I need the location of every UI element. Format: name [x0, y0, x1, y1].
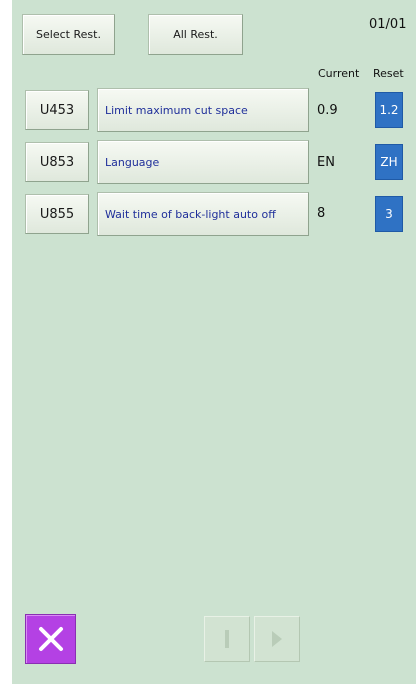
parameter-code-button[interactable]: U855	[25, 194, 89, 234]
current-column-header: Current	[318, 67, 360, 80]
current-value: 0.9	[317, 103, 338, 118]
reset-value-button[interactable]: ZH	[375, 144, 403, 180]
next-page-icon	[272, 631, 282, 647]
parameter-description-button[interactable]: Wait time of back-light auto off	[97, 192, 309, 236]
parameter-description-button[interactable]: Limit maximum cut space	[97, 88, 309, 132]
parameter-description-button[interactable]: Language	[97, 140, 309, 184]
select-rest-button[interactable]: Select Rest.	[22, 14, 115, 55]
parameter-code-button[interactable]: U853	[25, 142, 89, 182]
next-page-button[interactable]	[254, 616, 300, 662]
panel-screen: Select Rest. All Rest. 01/01 Current Res…	[12, 0, 416, 684]
reset-value-button[interactable]: 1.2	[375, 92, 403, 128]
reset-column-header: Reset	[373, 67, 404, 80]
close-x-icon	[38, 627, 63, 651]
current-value: 8	[317, 206, 326, 221]
reset-value-button[interactable]: 3	[375, 196, 403, 232]
prev-page-button[interactable]	[204, 616, 250, 662]
all-rest-button[interactable]: All Rest.	[148, 14, 243, 55]
close-button[interactable]	[25, 614, 76, 664]
parameter-code-button[interactable]: U453	[25, 90, 89, 130]
page-indicator: 01/01	[369, 17, 407, 32]
prev-page-icon	[225, 630, 229, 648]
current-value: EN	[317, 155, 335, 170]
